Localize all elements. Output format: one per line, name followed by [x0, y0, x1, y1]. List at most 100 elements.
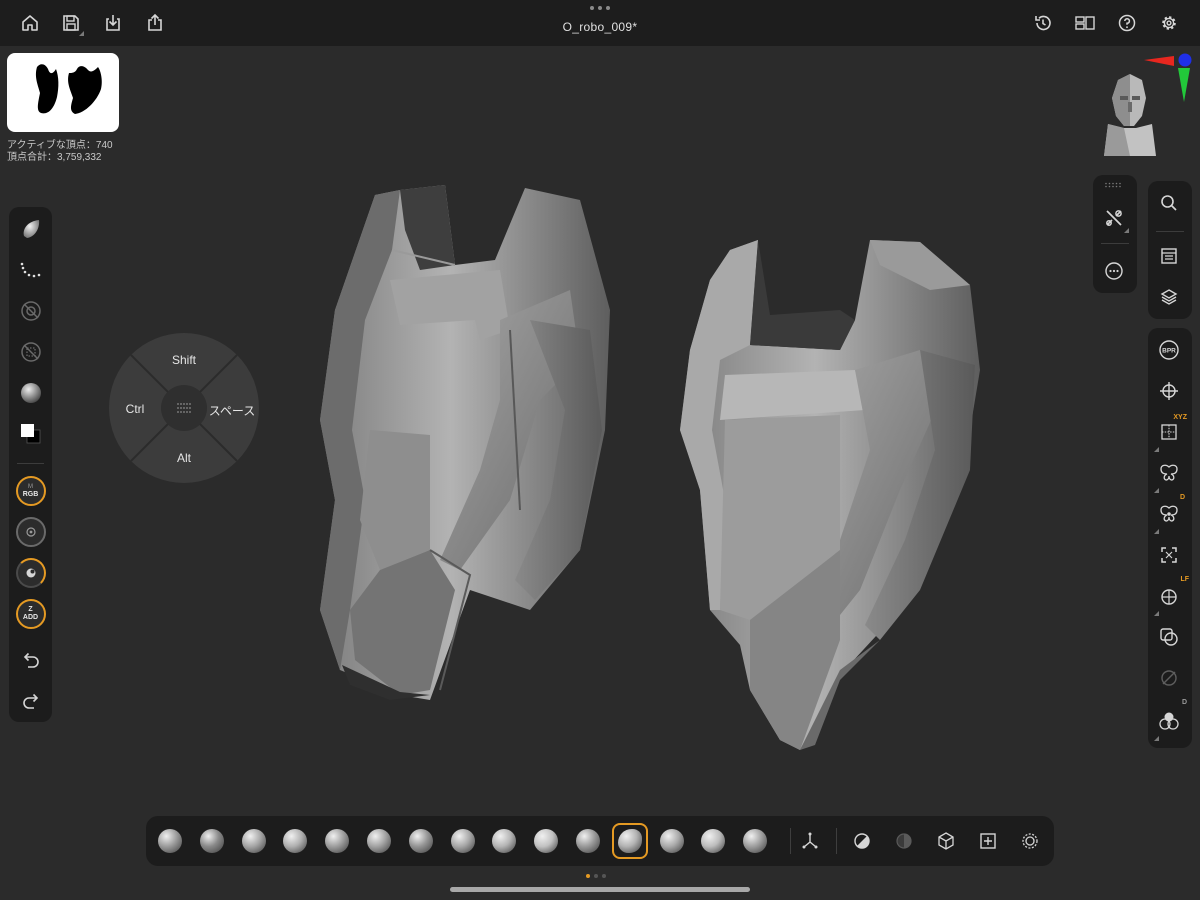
- grip-icon: [1105, 182, 1121, 188]
- pie-grip-handle[interactable]: [161, 385, 207, 431]
- armor-piece-left[interactable]: [320, 185, 610, 700]
- rgb-mode-button[interactable]: M RGB: [15, 475, 46, 506]
- history-button[interactable]: [1029, 9, 1057, 37]
- top-drag-handle[interactable]: [590, 6, 610, 12]
- zadd-icon: Z ADD: [15, 598, 46, 629]
- home-indicator[interactable]: [450, 887, 750, 892]
- layout-icon: [1075, 16, 1095, 30]
- alpha-preview[interactable]: [7, 53, 119, 132]
- solo-button[interactable]: [844, 823, 880, 859]
- brush-hpolish-icon: [492, 829, 517, 853]
- dynamic-polyframe-button[interactable]: D: [1153, 699, 1187, 741]
- solo-icon: [854, 833, 870, 849]
- more-icon: [1105, 262, 1123, 280]
- transp-button[interactable]: [886, 823, 922, 859]
- rgb-mode-icon: M RGB: [15, 475, 46, 506]
- ghost-icon: [1161, 670, 1177, 686]
- brush-pinch-button[interactable]: [361, 823, 397, 859]
- brush-clay-button[interactable]: [194, 823, 230, 859]
- more-button[interactable]: [1098, 255, 1130, 287]
- local-perspective-badge: LF: [1180, 576, 1189, 583]
- intensity-button[interactable]: [15, 557, 46, 588]
- draw-button[interactable]: [970, 823, 1006, 859]
- search-button[interactable]: [1153, 187, 1185, 219]
- transparency-button[interactable]: [1153, 621, 1185, 653]
- polyframe-button[interactable]: [928, 823, 964, 859]
- frame-button[interactable]: [1153, 539, 1185, 571]
- texture-off-icon: [20, 341, 41, 362]
- import-button[interactable]: [99, 9, 127, 37]
- material-button[interactable]: [15, 377, 46, 408]
- navigation-head-gizmo[interactable]: [1098, 52, 1198, 162]
- page-dot: [586, 874, 590, 878]
- brush-standard-button[interactable]: [528, 823, 564, 859]
- redo-button[interactable]: [15, 685, 46, 716]
- shift-key-button[interactable]: Shift: [154, 353, 214, 367]
- brush-trim-dynamic-button[interactable]: [445, 823, 481, 859]
- polyframe-icon: [938, 832, 954, 850]
- brush-slash-button[interactable]: [695, 823, 731, 859]
- sculpt-viewport[interactable]: [280, 170, 1010, 770]
- brush-claybuildup-button[interactable]: [152, 823, 188, 859]
- brush-claybuildup-icon: [158, 829, 182, 853]
- layout-button[interactable]: [1071, 9, 1099, 37]
- brush-orb-button[interactable]: [654, 823, 690, 859]
- right-panel-tray: [1148, 181, 1192, 319]
- brush-dam-standard-button[interactable]: [236, 823, 272, 859]
- home-icon: [22, 15, 38, 31]
- settings-button[interactable]: [1155, 9, 1183, 37]
- undo-button[interactable]: [15, 644, 46, 675]
- top-bar: O_robo_009*: [0, 0, 1200, 46]
- subtool-list-icon: [1161, 248, 1177, 264]
- symmetry-button[interactable]: [1153, 457, 1185, 493]
- draw-size-icon: [15, 516, 46, 547]
- dynamic-symmetry-button[interactable]: D: [1153, 494, 1185, 534]
- tray-grip-handle[interactable]: [1098, 175, 1130, 195]
- alpha-toggle-button[interactable]: [15, 295, 46, 326]
- draw-icon: [980, 833, 996, 849]
- brush-smooth-icon: [408, 829, 433, 853]
- gizmo-button[interactable]: [792, 823, 828, 859]
- transparency-icon: [1160, 628, 1178, 646]
- move-view-button[interactable]: [1153, 375, 1185, 407]
- alt-key-button[interactable]: Alt: [154, 451, 214, 465]
- draw-size-button[interactable]: [15, 516, 46, 547]
- zadd-button[interactable]: Z ADD: [15, 598, 46, 629]
- armor-piece-right[interactable]: [680, 240, 980, 750]
- brush-imm-curve-button[interactable]: [570, 823, 606, 859]
- xpose-button[interactable]: [1012, 823, 1048, 859]
- color-swatch-icon: [20, 423, 40, 443]
- brush-slash-icon: [701, 829, 726, 853]
- texture-toggle-button[interactable]: [15, 336, 46, 367]
- brush-button[interactable]: [15, 213, 46, 244]
- stroke-button[interactable]: [15, 254, 46, 285]
- brush-snakehook-button[interactable]: [737, 823, 773, 859]
- subtool-button[interactable]: [1153, 240, 1185, 272]
- floor-grid-button[interactable]: XYZ: [1153, 414, 1187, 452]
- save-button[interactable]: [57, 9, 85, 37]
- history-icon: [1035, 15, 1051, 31]
- brush-hpolish-button[interactable]: [486, 823, 522, 859]
- help-icon: [1118, 14, 1136, 32]
- brush-inflate-button[interactable]: [319, 823, 355, 859]
- local-perspective-button[interactable]: LF: [1153, 576, 1189, 616]
- brush-smooth-button[interactable]: [403, 823, 439, 859]
- ghost-button[interactable]: [1153, 662, 1185, 694]
- brush-move-button[interactable]: [277, 823, 313, 859]
- bpr-icon: BPR: [1159, 340, 1179, 360]
- space-key-button[interactable]: スペース: [202, 402, 259, 419]
- brush-snakehook-icon: [743, 829, 768, 853]
- settings-icon: [1162, 16, 1176, 30]
- color-button[interactable]: [15, 418, 46, 449]
- layers-button[interactable]: [1153, 281, 1185, 313]
- help-button[interactable]: [1113, 9, 1141, 37]
- home-button[interactable]: [16, 9, 44, 37]
- bpr-button[interactable]: BPR: [1153, 334, 1185, 366]
- brush-active-claytubes-button[interactable]: [611, 823, 648, 859]
- ctrl-key-button[interactable]: Ctrl: [109, 402, 165, 416]
- tools-button[interactable]: [1098, 202, 1130, 234]
- vertex-stats: アクティブな頂点：740 頂点合計：3,759,332: [7, 140, 113, 164]
- toolbar-divider: [17, 463, 44, 464]
- palette-page-indicator[interactable]: [586, 874, 606, 878]
- share-button[interactable]: [141, 9, 169, 37]
